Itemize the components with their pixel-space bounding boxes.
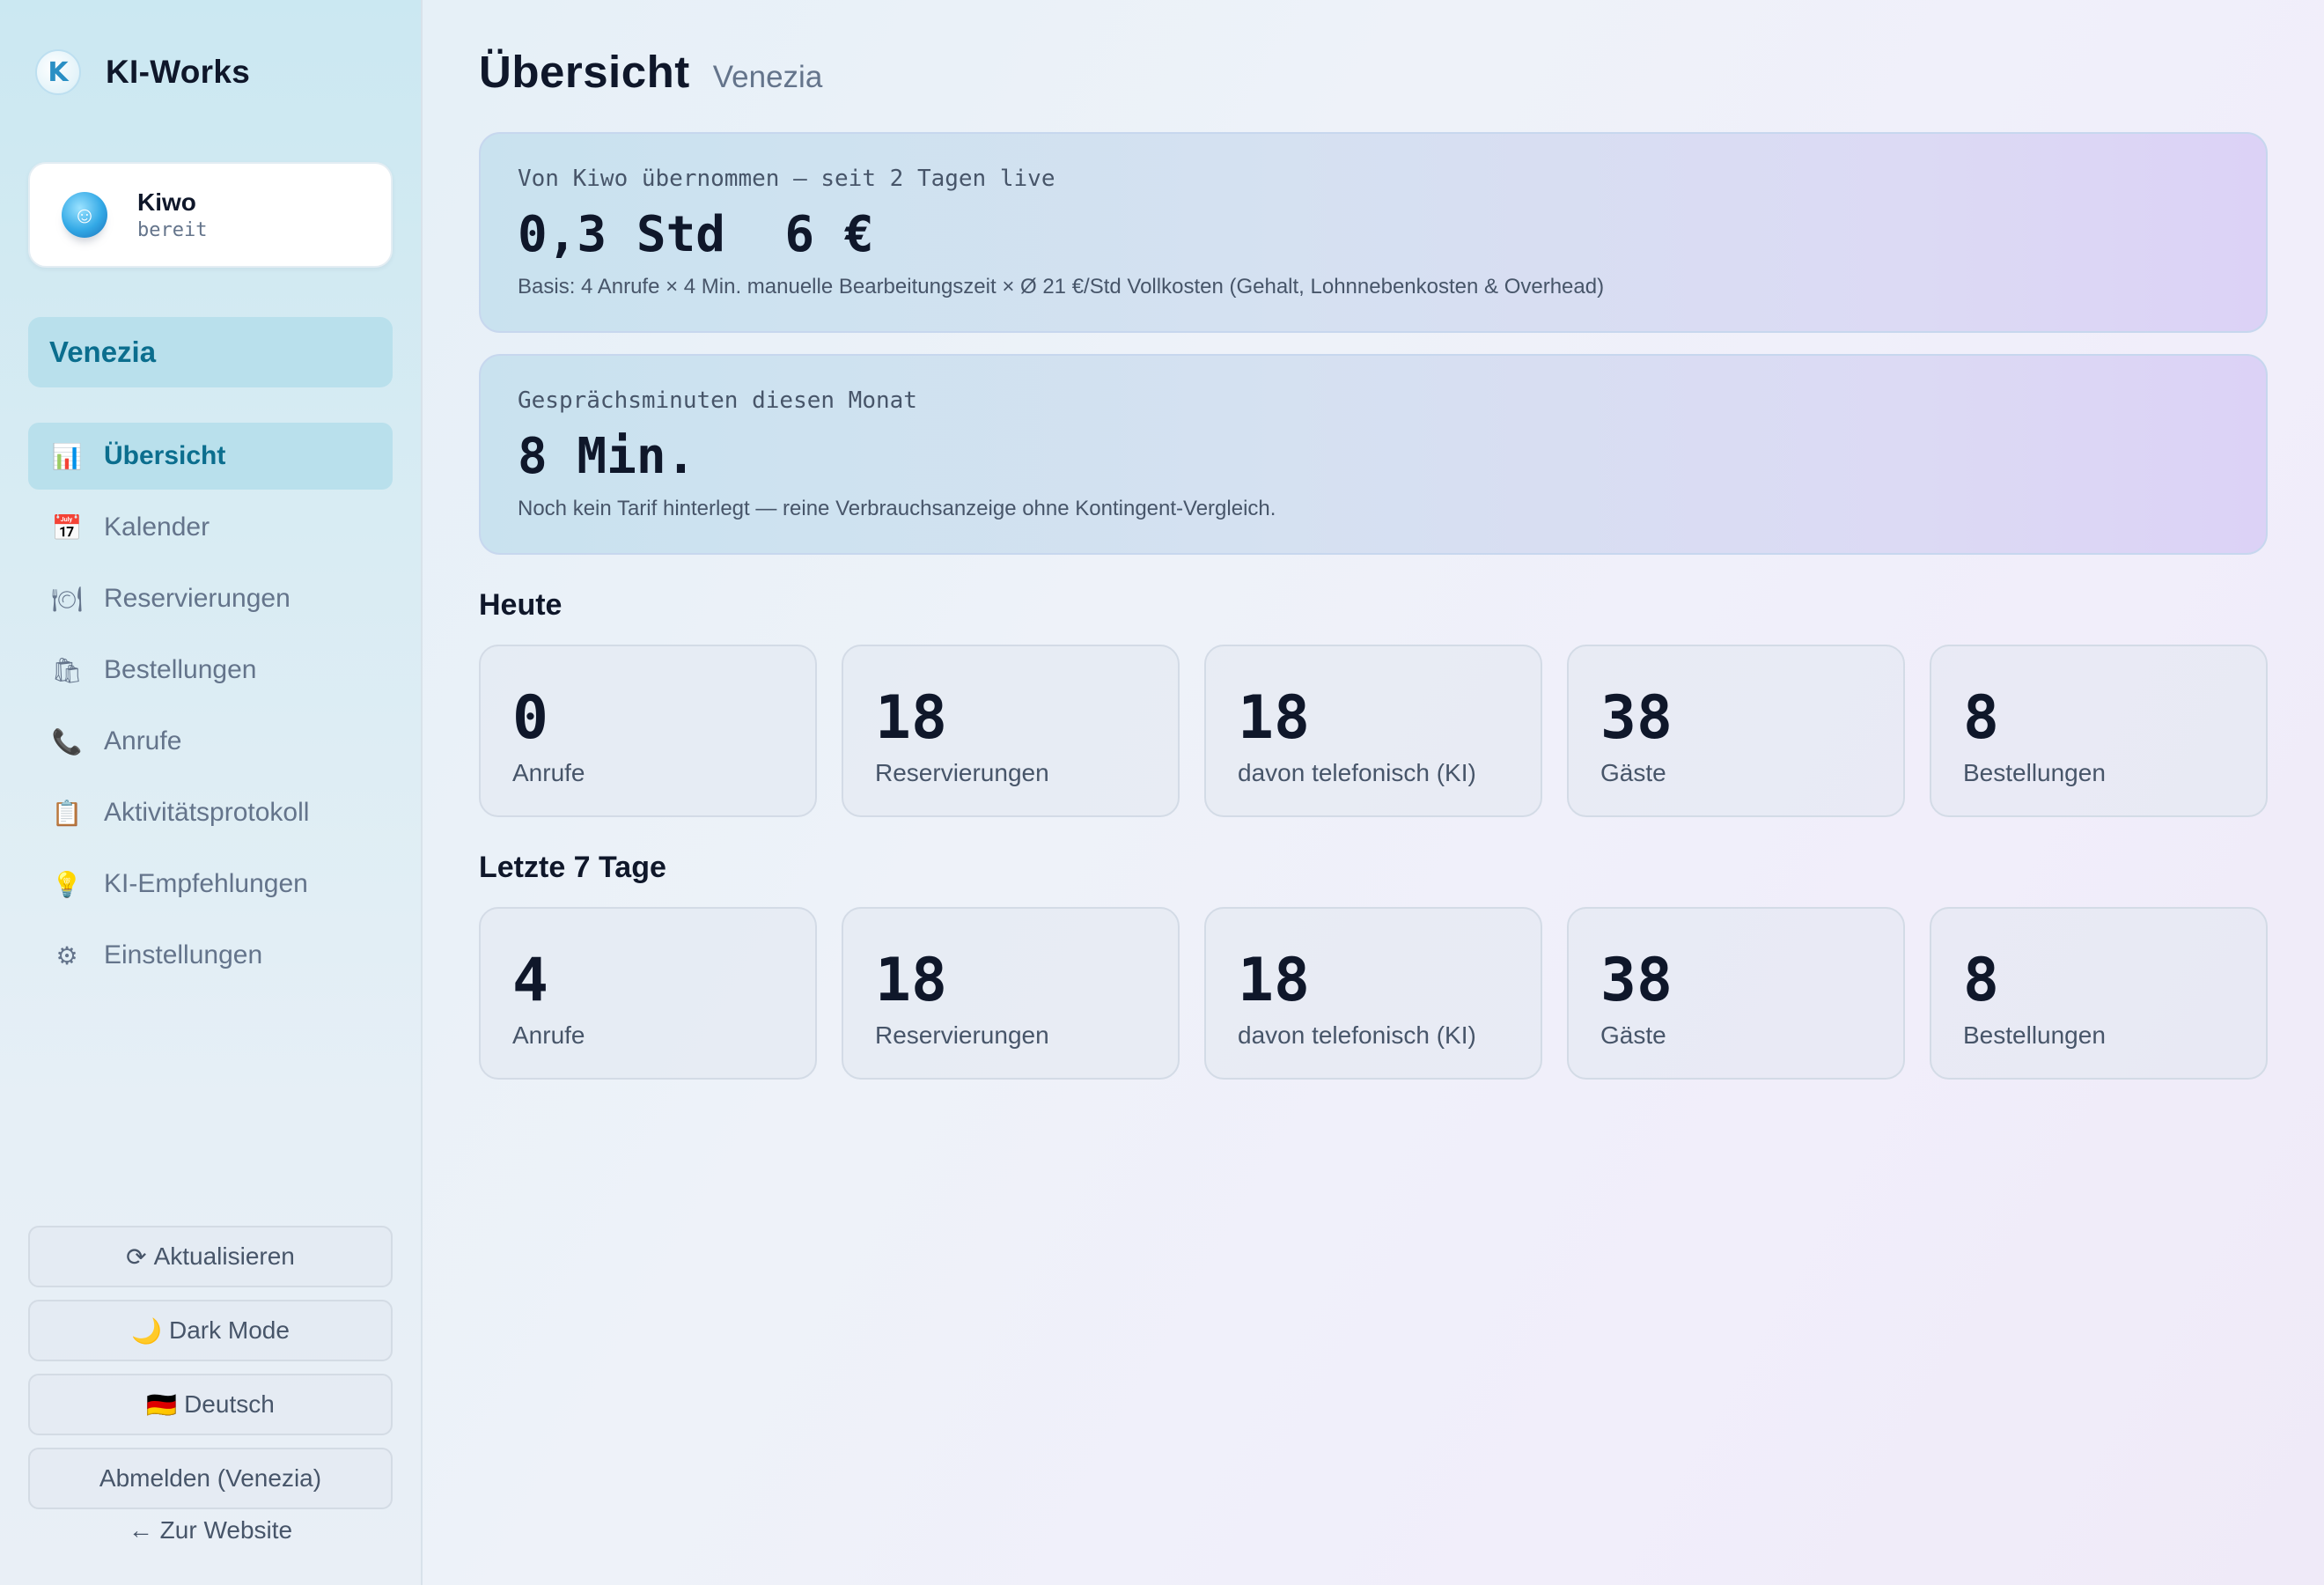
stat-value: 18 (875, 683, 947, 753)
page-title: Übersicht (479, 47, 690, 97)
sidebar-item-label: Anrufe (104, 726, 182, 756)
calendar-icon: 📅 (51, 512, 83, 542)
logo-icon: K (35, 49, 81, 95)
sidebar-item-anrufe[interactable]: 📞 Anrufe (28, 708, 393, 775)
savings-note: Basis: 4 Anrufe × 4 Min. manuelle Bearbe… (518, 275, 1605, 299)
refresh-icon: ⟳ (126, 1242, 147, 1272)
stat-card-gaeste: 38 Gäste (1567, 645, 1905, 817)
sidebar: K KI-Works ☺ Kiwo bereit Venezia 📊 Übers… (0, 0, 423, 1585)
flag-de-icon: 🇩🇪 (146, 1390, 178, 1419)
stat-card-reservierungen: 18 Reservierungen (842, 645, 1180, 817)
plate-icon: 🍽 (51, 584, 83, 614)
sidebar-item-label: Bestellungen (104, 655, 257, 684)
stat-card-gaeste: 38 Gäste (1567, 907, 1905, 1080)
stat-card-anrufe: 0 Anrufe (479, 645, 817, 817)
savings-value: 0,3 Std 6 € (518, 206, 874, 263)
savings-card: Von Kiwo übernommen — seit 2 Tagen live … (479, 132, 2268, 333)
sidebar-item-label: Kalender (104, 512, 210, 542)
minutes-value: 8 Min. (518, 428, 696, 485)
back-to-website-link[interactable]: ← Zur Website (28, 1516, 393, 1544)
agent-status: bereit (137, 219, 208, 241)
stat-label: Gäste (1600, 1021, 1666, 1049)
sidebar-item-uebersicht[interactable]: 📊 Übersicht (28, 423, 393, 490)
sidebar-item-label: Übersicht (104, 441, 226, 470)
stat-value: 18 (1238, 946, 1310, 1015)
section-title-week: Letzte 7 Tage (479, 851, 666, 884)
stat-label: davon telefonisch (KI) (1238, 1021, 1476, 1049)
minutes-label: Gesprächsminuten diesen Monat (518, 387, 917, 414)
language-button-label: Deutsch (184, 1390, 275, 1418)
phone-icon: 📞 (51, 726, 83, 756)
stat-value: 18 (1238, 683, 1310, 753)
logout-button-label: Abmelden (Venezia) (99, 1464, 322, 1492)
sidebar-item-label: Reservierungen (104, 584, 290, 613)
sidebar-item-aktivitaetsprotokoll[interactable]: 📋 Aktivitätsprotokoll (28, 779, 393, 846)
sidebar-item-ki-empfehlungen[interactable]: 💡 KI-Empfehlungen (28, 851, 393, 918)
shopping-bags-icon: 🛍 (51, 655, 83, 685)
tenant-selector[interactable]: Venezia (28, 317, 393, 387)
stat-card-bestellungen: 8 Bestellungen (1930, 907, 2268, 1080)
refresh-button[interactable]: ⟳ Aktualisieren (28, 1226, 393, 1287)
stat-value: 8 (1963, 946, 1999, 1015)
logout-button[interactable]: Abmelden (Venezia) (28, 1448, 393, 1509)
agent-name: Kiwo (137, 188, 196, 216)
sidebar-item-label: Aktivitätsprotokoll (104, 798, 310, 827)
brand[interactable]: K KI-Works (35, 49, 250, 95)
sidebar-item-bestellungen[interactable]: 🛍 Bestellungen (28, 637, 393, 704)
stat-card-telefonisch: 18 davon telefonisch (KI) (1204, 645, 1542, 817)
stat-value: 38 (1600, 683, 1673, 753)
stat-value: 38 (1600, 946, 1673, 1015)
sidebar-item-reservierungen[interactable]: 🍽 Reservierungen (28, 565, 393, 632)
stat-label: Anrufe (512, 1021, 585, 1049)
lightbulb-icon: 💡 (51, 869, 83, 899)
stat-value: 18 (875, 946, 947, 1015)
stat-label: Bestellungen (1963, 759, 2106, 786)
language-button[interactable]: 🇩🇪 Deutsch (28, 1374, 393, 1435)
stat-label: davon telefonisch (KI) (1238, 759, 1476, 786)
dark-mode-button-label: Dark Mode (168, 1316, 290, 1344)
page-subtitle: Venezia (712, 60, 823, 94)
stat-label: Anrufe (512, 759, 585, 786)
clipboard-icon: 📋 (51, 798, 83, 828)
gear-icon: ⚙ (55, 940, 78, 970)
section-title-today: Heute (479, 588, 563, 622)
sidebar-item-kalender[interactable]: 📅 Kalender (28, 494, 393, 561)
stat-label: Gäste (1600, 759, 1666, 786)
moon-icon: 🌙 (131, 1316, 162, 1345)
page-header: Übersicht Venezia (479, 46, 822, 98)
agent-avatar-icon: ☺ (62, 192, 107, 238)
sidebar-item-einstellungen[interactable]: ⚙ Einstellungen (28, 922, 393, 989)
stat-label: Reservierungen (875, 759, 1049, 786)
savings-label: Von Kiwo übernommen — seit 2 Tagen live (518, 166, 1055, 192)
stats-today: 0 Anrufe 18 Reservierungen 18 davon tele… (479, 645, 2268, 817)
sidebar-nav: 📊 Übersicht 📅 Kalender 🍽 Reservierungen … (28, 423, 393, 993)
agent-card: ☺ Kiwo bereit (28, 162, 393, 268)
dark-mode-button[interactable]: 🌙 Dark Mode (28, 1300, 393, 1361)
bar-chart-icon: 📊 (51, 441, 83, 471)
minutes-note: Noch kein Tarif hinterlegt — reine Verbr… (518, 497, 1276, 520)
sidebar-item-label: Einstellungen (104, 940, 263, 969)
stat-value: 0 (512, 683, 548, 753)
stat-card-telefonisch: 18 davon telefonisch (KI) (1204, 907, 1542, 1080)
stat-value: 4 (512, 946, 548, 1015)
stat-card-bestellungen: 8 Bestellungen (1930, 645, 2268, 817)
minutes-card: Gesprächsminuten diesen Monat 8 Min. Noc… (479, 354, 2268, 555)
stat-label: Reservierungen (875, 1021, 1049, 1049)
stat-card-anrufe: 4 Anrufe (479, 907, 817, 1080)
stat-value: 8 (1963, 683, 1999, 753)
refresh-button-label: Aktualisieren (153, 1242, 295, 1270)
stats-week: 4 Anrufe 18 Reservierungen 18 davon tele… (479, 907, 2268, 1080)
brand-name: KI-Works (106, 54, 251, 90)
stat-label: Bestellungen (1963, 1021, 2106, 1049)
stat-card-reservierungen: 18 Reservierungen (842, 907, 1180, 1080)
sidebar-item-label: KI-Empfehlungen (104, 869, 308, 898)
